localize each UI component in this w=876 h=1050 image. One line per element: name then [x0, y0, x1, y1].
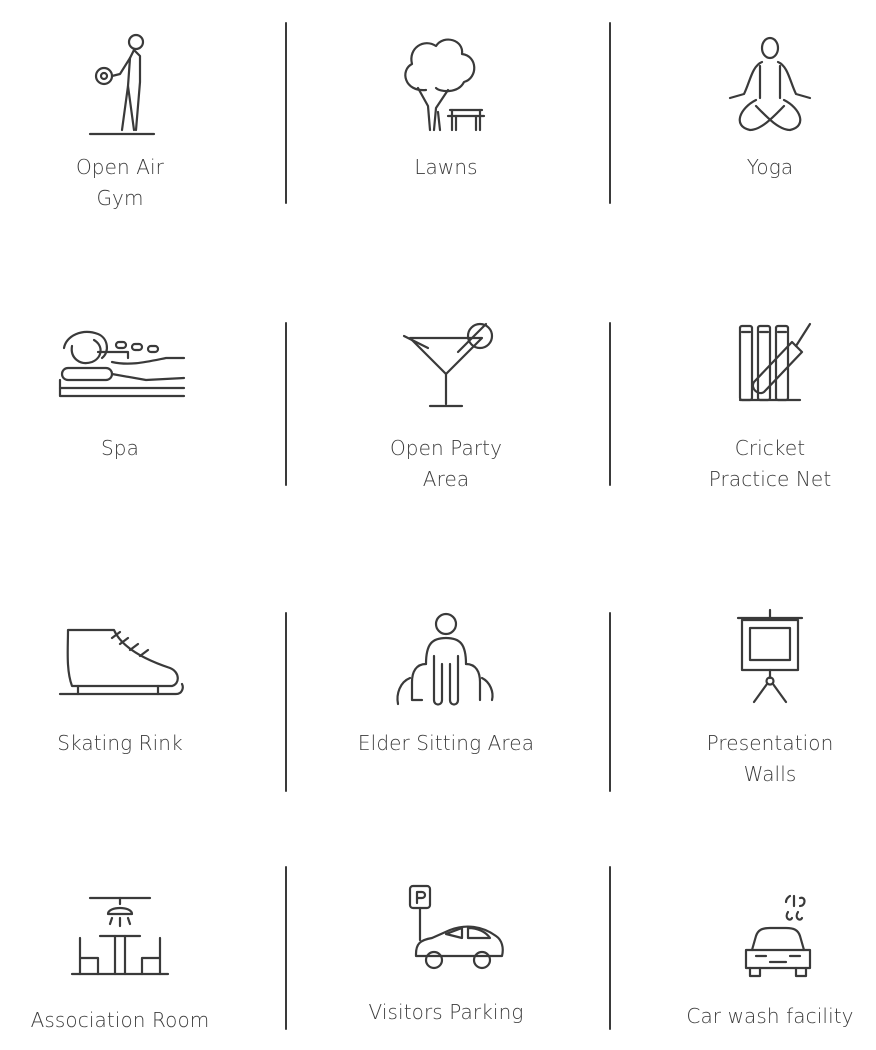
party-cocktail-icon [402, 322, 494, 408]
amenity-open-party-area: Open Party Area [326, 318, 566, 495]
amenity-lawns: Lawns [326, 30, 566, 183]
amenity-open-air-gym: Open Air Gym [0, 30, 240, 214]
skate-icon [58, 628, 184, 696]
column-divider [285, 866, 287, 1030]
amenity-label: Open Party Area [389, 436, 503, 491]
amenity-label: Open Air Gym [75, 155, 165, 210]
amenity-label: Skating Rink [57, 731, 183, 755]
column-divider [285, 322, 287, 486]
column-divider [609, 22, 611, 204]
amenity-label: Visitors Parking [368, 1000, 524, 1024]
presentation-board-icon [736, 608, 804, 704]
car-wash-icon [744, 894, 812, 978]
amenity-label: Association Room [30, 1008, 210, 1032]
amenity-label: Yoga [746, 155, 794, 179]
column-divider [609, 322, 611, 486]
amenity-car-wash-facility: Car wash facility [650, 888, 876, 1032]
column-divider [609, 866, 611, 1030]
amenity-label: Elder Sitting Area [357, 731, 535, 755]
amenity-association-room: Association Room [0, 888, 240, 1036]
amenity-presentation-walls: Presentation Walls [650, 608, 876, 790]
yoga-icon [728, 36, 812, 132]
amenity-visitors-parking: Visitors Parking [326, 884, 566, 1028]
amenity-label: Presentation Walls [706, 731, 834, 786]
column-divider [609, 612, 611, 792]
spa-icon [58, 330, 186, 398]
elder-sitting-icon [396, 612, 494, 706]
column-divider [285, 22, 287, 204]
lawns-icon [404, 38, 486, 132]
amenity-spa: Spa [0, 318, 240, 464]
amenity-label: Lawns [414, 155, 478, 179]
amenity-label: Cricket Practice Net [708, 436, 832, 491]
amenity-label: Spa [101, 436, 139, 460]
amenity-skating-rink: Skating Rink [0, 608, 240, 759]
amenity-label: Car wash facility [686, 1004, 854, 1028]
amenity-yoga: Yoga [650, 30, 876, 183]
amenity-elder-sitting-area: Elder Sitting Area [326, 608, 566, 759]
association-room-icon [70, 896, 170, 976]
open-air-gym-icon [88, 33, 156, 136]
cricket-net-icon [738, 322, 812, 402]
column-divider [285, 612, 287, 792]
parking-car-icon [408, 884, 504, 970]
amenity-cricket-practice-net: Cricket Practice Net [650, 318, 876, 495]
